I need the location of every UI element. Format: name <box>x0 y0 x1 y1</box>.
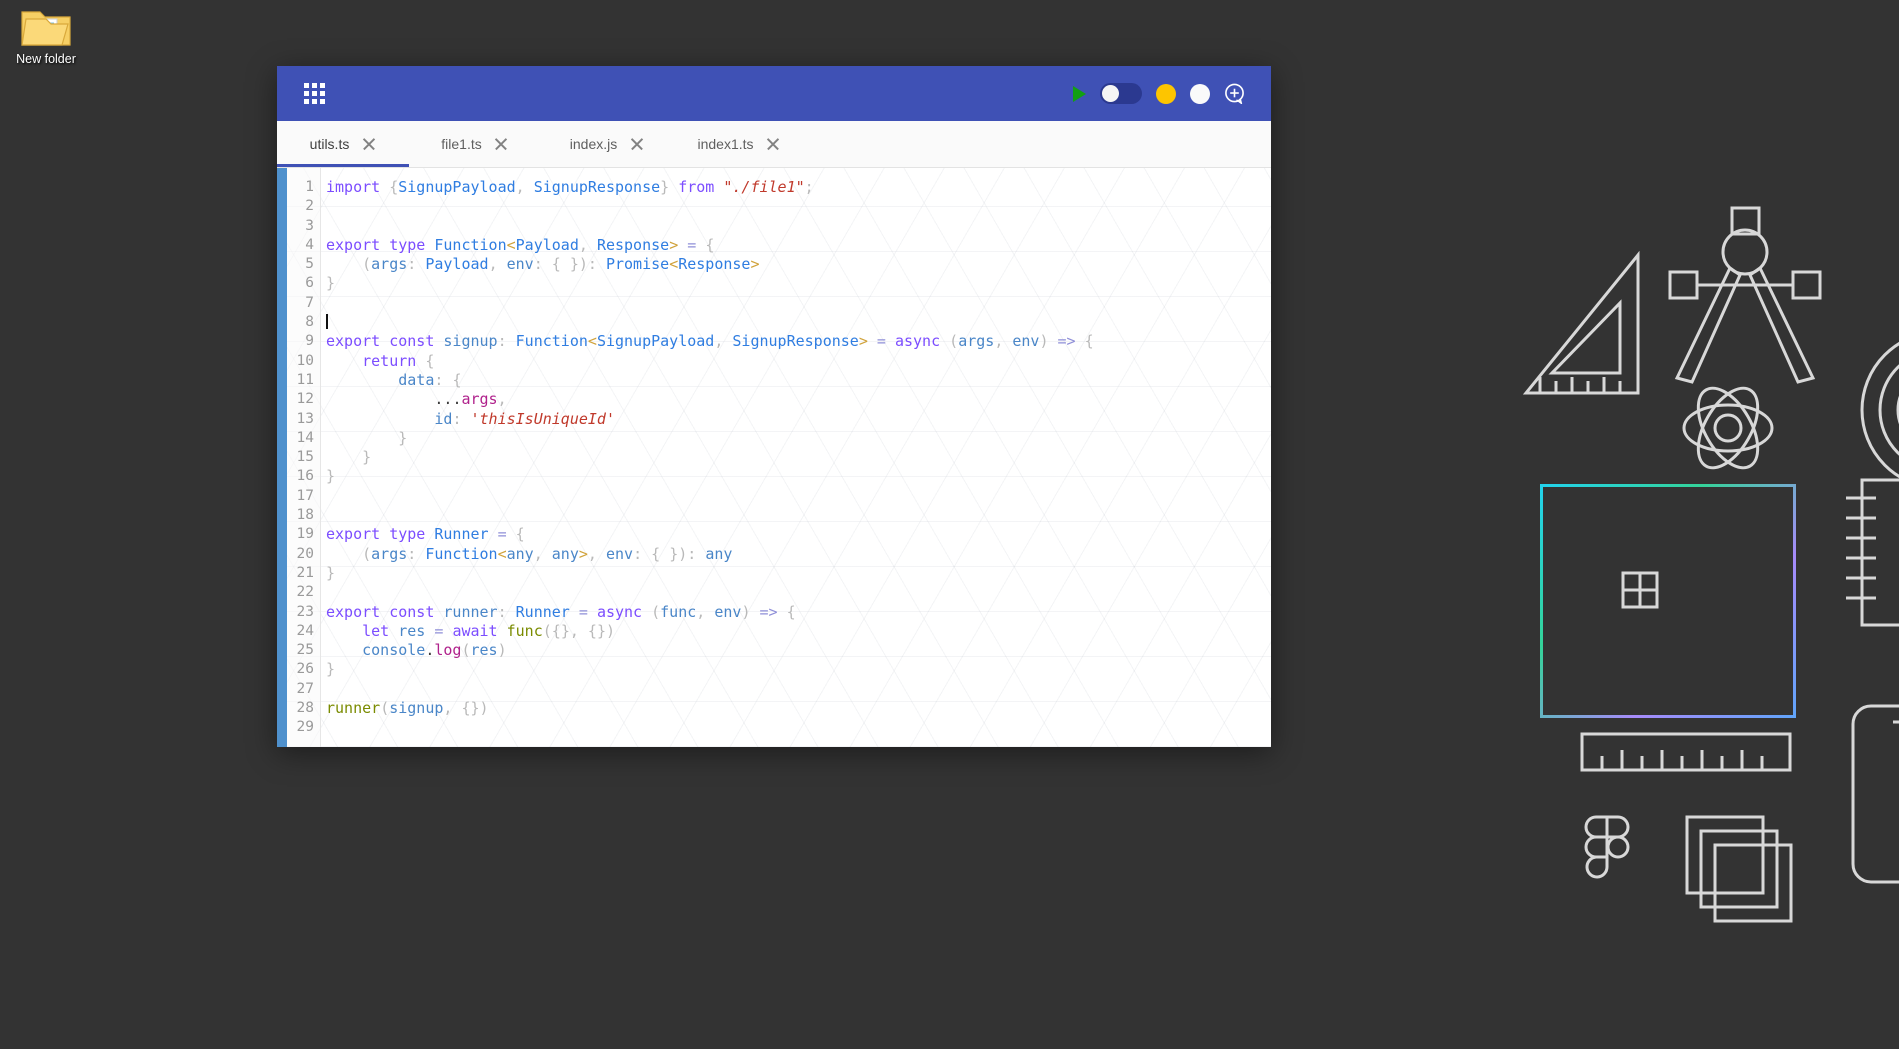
line-number: 8 <box>305 314 314 331</box>
close-icon[interactable] <box>629 137 644 152</box>
line-number: 21 <box>296 564 314 581</box>
line-number: 14 <box>296 429 314 446</box>
line-number: 11 <box>296 371 314 388</box>
grid-icon[interactable] <box>304 83 325 104</box>
tab-file1-ts[interactable]: file1.ts <box>409 121 541 167</box>
code-line: } <box>362 448 372 467</box>
wallpaper-atom-icon <box>1682 386 1774 470</box>
code-line <box>326 313 1271 332</box>
line-number: 29 <box>296 719 314 736</box>
code-editor-surface[interactable]: 1 2 3 4 5 6 7 8 9 10 11 12 13 14 15 16 17 18 19 20 21 22 23 24 2… <box>277 168 1271 747</box>
code-line: id: 'thisIsUniqueId' <box>434 409 615 428</box>
code-line: export const runner: Runner = async (fun… <box>326 602 796 621</box>
code-content[interactable]: import {SignupPayload, SignupResponse} f… <box>321 168 1271 747</box>
line-number: 27 <box>296 680 314 697</box>
code-line: } <box>326 274 336 293</box>
line-number: 24 <box>296 622 314 639</box>
line-number: 13 <box>296 410 314 427</box>
code-line: } <box>326 660 336 679</box>
line-number: 20 <box>296 545 314 562</box>
line-number: 9 <box>305 333 314 350</box>
tab-index1-ts[interactable]: index1.ts <box>673 121 805 167</box>
code-line: ...args, <box>434 390 507 409</box>
code-line: } <box>398 428 408 447</box>
wallpaper-window-grid-icon <box>1621 571 1659 609</box>
wallpaper-phone-icon <box>1851 704 1899 884</box>
tab-label: utils.ts <box>309 136 350 152</box>
tab-utils-ts[interactable]: utils.ts <box>277 121 409 167</box>
close-icon[interactable] <box>361 137 376 152</box>
line-number: 19 <box>296 526 314 543</box>
circle-plus-icon[interactable] <box>1224 83 1245 104</box>
line-number: 2 <box>305 198 314 215</box>
window-titlebar <box>277 66 1271 121</box>
minimize-button[interactable] <box>1156 83 1176 104</box>
code-editor-window: utils.ts file1.ts index.js index1.ts 123… <box>277 66 1271 747</box>
wallpaper-set-square-icon <box>1522 250 1640 395</box>
line-number: 6 <box>305 275 314 292</box>
line-number: 23 <box>296 603 314 620</box>
run-button[interactable] <box>1073 85 1086 102</box>
line-number: 12 <box>296 391 314 408</box>
desktop-icon-label: New folder <box>16 52 76 66</box>
desktop-icon-new-folder[interactable]: New folder <box>8 6 84 66</box>
theme-toggle[interactable] <box>1100 83 1142 104</box>
line-number-gutter: 1 2 3 4 5 6 7 8 9 10 11 12 13 14 15 16 17 18 19 20 21 22 23 24 2… <box>287 168 321 747</box>
line-number: 15 <box>296 449 314 466</box>
line-number: 4 <box>305 236 314 253</box>
code-line: export const signup: Function<SignupPayl… <box>326 332 1094 351</box>
tab-index-js[interactable]: index.js <box>541 121 673 167</box>
line-number: 18 <box>296 507 314 524</box>
line-number: 25 <box>296 642 314 659</box>
code-line: let res = await func({}, {}) <box>362 621 615 640</box>
wallpaper-figma-icon <box>1584 815 1630 879</box>
wallpaper-target-rings-icon <box>1860 341 1899 479</box>
code-line: export type Runner = { <box>326 525 525 544</box>
close-icon[interactable] <box>494 137 509 152</box>
code-line: } <box>326 467 336 486</box>
tab-label: index1.ts <box>697 136 754 152</box>
line-number: 17 <box>296 487 314 504</box>
code-line: runner(signup, {}) <box>326 699 489 718</box>
wallpaper-notebook-icon <box>1846 478 1899 627</box>
window-controls <box>1073 83 1245 104</box>
line-number: 28 <box>296 700 314 717</box>
code-line: (args: Payload, env: { }): Promise<Respo… <box>362 255 760 274</box>
folder-icon <box>20 6 72 48</box>
wallpaper-stacked-squares-icon <box>1685 815 1793 923</box>
editor-accent-bar <box>277 168 287 747</box>
close-icon[interactable] <box>766 137 781 152</box>
text-cursor <box>326 314 328 330</box>
code-line: (args: Function<any, any>, env: { }): an… <box>362 544 733 563</box>
line-number: 3 <box>305 217 314 234</box>
code-line: console.log(res) <box>362 641 507 660</box>
wallpaper-compass-icon <box>1668 206 1822 384</box>
line-number: 5 <box>305 256 314 273</box>
code-line: import {SignupPayload, SignupResponse} f… <box>326 178 814 196</box>
maximize-button[interactable] <box>1190 83 1210 104</box>
tab-label: file1.ts <box>441 136 482 152</box>
wallpaper-gradient-frame <box>1540 484 1796 718</box>
line-number: 22 <box>296 584 314 601</box>
code-line: } <box>326 563 336 582</box>
tab-label: index.js <box>569 136 618 152</box>
wallpaper-ruler-icon <box>1580 732 1792 772</box>
code-line: return { <box>362 351 435 370</box>
line-number: 16 <box>296 468 314 485</box>
line-number: 26 <box>296 661 314 678</box>
line-number: 1 <box>305 179 314 195</box>
line-number: 10 <box>296 352 314 369</box>
line-number: 7 <box>305 294 314 311</box>
code-line: export type Function<Payload, Response> … <box>326 235 715 254</box>
tab-strip: utils.ts file1.ts index.js index1.ts <box>277 121 1271 168</box>
code-line: data: { <box>398 370 462 389</box>
